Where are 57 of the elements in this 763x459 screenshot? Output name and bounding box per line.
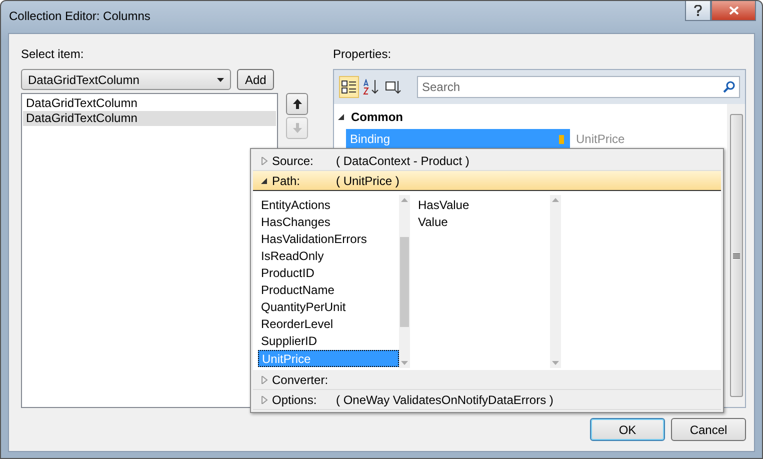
path-item[interactable]: HasChanges [258, 214, 399, 231]
grip-icon [732, 252, 740, 258]
scroll-down-icon[interactable] [552, 361, 559, 365]
path-item[interactable]: EntityActions [258, 197, 399, 214]
section-value: ( OneWay ValidatesOnNotifyDataErrors ) [336, 392, 554, 406]
path-item[interactable]: QuantityPerUnit [258, 299, 399, 316]
property-value[interactable]: UnitPrice [570, 129, 631, 149]
path-item[interactable]: ReorderLevel [258, 316, 399, 333]
path-item[interactable]: HasValidationErrors [258, 231, 399, 248]
category-header: Common [351, 110, 403, 124]
help-button[interactable] [685, 1, 711, 21]
section-label: Path: [272, 174, 302, 188]
close-icon [728, 6, 738, 15]
type-dropdown[interactable]: DataGridTextColumn [21, 69, 231, 90]
binding-marker-icon [559, 134, 564, 144]
event-list-icon [385, 79, 401, 95]
sub-path-item[interactable]: Value [415, 214, 550, 231]
section-label: Converter: [272, 372, 330, 386]
scroll-down-icon[interactable] [401, 361, 408, 365]
up-arrow-icon [292, 99, 302, 109]
cancel-button[interactable]: Cancel [671, 418, 746, 441]
expanded-triangle-icon[interactable] [338, 113, 345, 121]
help-icon [694, 5, 702, 16]
vertical-scrollbar[interactable] [727, 104, 745, 407]
move-up-button[interactable] [286, 93, 308, 115]
select-item-label: Select item: [21, 47, 85, 63]
add-button[interactable]: Add [237, 69, 274, 90]
close-button[interactable] [711, 1, 756, 21]
collapsed-triangle-icon[interactable] [261, 376, 268, 384]
search-field[interactable]: Search [417, 76, 740, 98]
window-title: Collection Editor: Columns [9, 9, 152, 23]
sort-alphabetical-icon [363, 79, 379, 95]
properties-label: Properties: [333, 47, 392, 63]
down-arrow-icon [292, 123, 302, 133]
list-scrollbar[interactable] [550, 195, 561, 368]
path-item[interactable]: IsReadOnly [258, 248, 399, 265]
section-value: ( UnitPrice ) [336, 174, 400, 188]
view-mode-button[interactable] [339, 76, 359, 98]
list-item[interactable]: DataGridTextColumn [23, 111, 276, 126]
ok-button[interactable]: OK [590, 418, 665, 441]
path-item[interactable]: ProductName [258, 282, 399, 299]
list-scrollbar[interactable] [399, 195, 410, 368]
list-item[interactable]: DataGridTextColumn [23, 96, 276, 111]
collapsed-triangle-icon[interactable] [261, 156, 268, 164]
path-item[interactable]: ProductID [258, 265, 399, 282]
scroll-up-icon[interactable] [552, 198, 559, 202]
section-label: Source: [272, 154, 314, 168]
sub-path-item[interactable]: HasValue [415, 197, 550, 214]
collapsed-triangle-icon[interactable] [261, 396, 268, 404]
section-label: Options: [272, 392, 318, 406]
categorized-icon [341, 79, 357, 95]
scroll-up-icon[interactable] [401, 198, 408, 202]
section-value: ( DataContext - Product ) [336, 154, 470, 168]
path-item[interactable]: SupplierID [258, 333, 399, 350]
dropdown-caret-icon [217, 78, 224, 82]
expanded-triangle-icon[interactable] [261, 176, 268, 184]
search-icon [723, 81, 735, 93]
